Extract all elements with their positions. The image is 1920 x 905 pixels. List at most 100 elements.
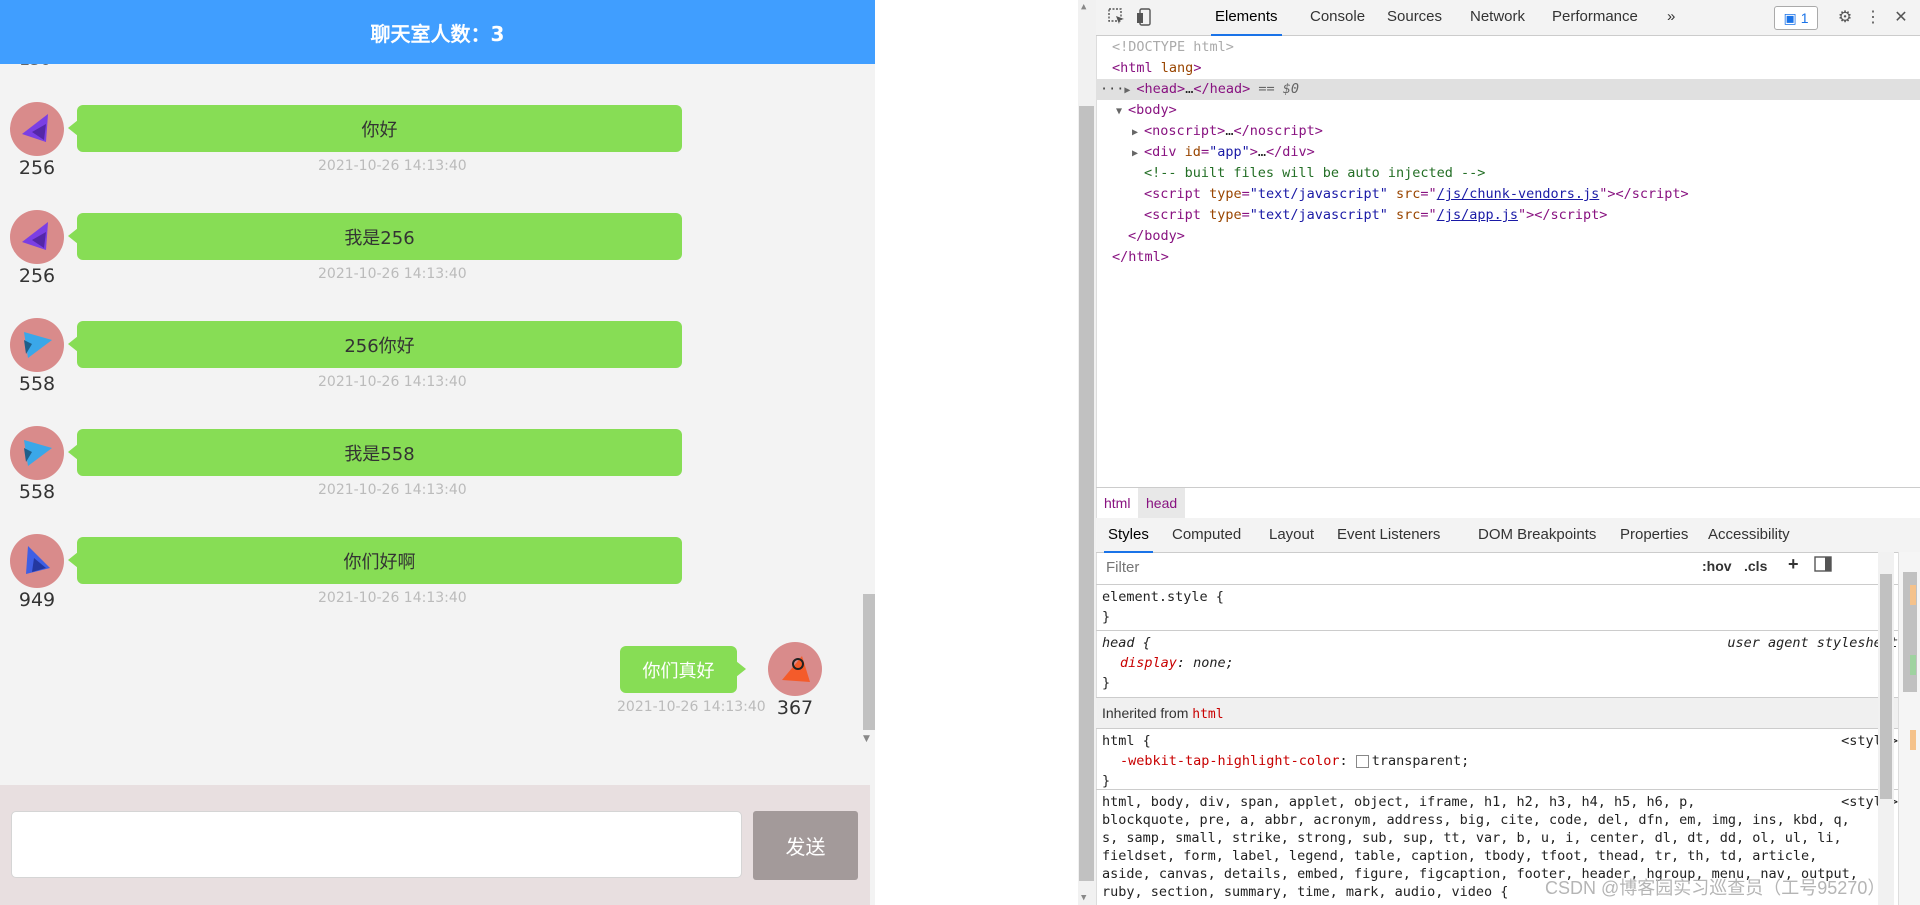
scroll-marker [1910,585,1916,605]
message-item: 558 256你好 2021-10-26 14:13:40 [0,318,860,414]
inspect-element-icon[interactable] [1106,6,1128,28]
dom-node-body-close[interactable]: </body> [1096,226,1920,247]
user-avatar[interactable] [10,318,64,372]
tab-accessibility[interactable]: Accessibility [1704,518,1794,551]
tab-computed[interactable]: Computed [1168,518,1245,551]
devtools-toolbar: Elements Console Sources Network Perform… [1096,0,1920,36]
breadcrumb: html head [1096,487,1920,519]
user-avatar[interactable] [10,534,64,588]
issues-badge[interactable]: ▣ 1 [1774,6,1818,30]
selector[interactable]: element.style { [1102,587,1224,607]
user-avatar[interactable] [10,102,64,156]
message-bubble: 你好 [68,105,682,152]
styles-scrollbar[interactable] [1878,552,1894,905]
selector-list[interactable]: fieldset, form, label, legend, table, ca… [1102,846,1817,866]
tab-elements[interactable]: Elements [1211,0,1282,36]
class-toggle[interactable]: .cls [1744,558,1767,574]
message-item: 256 我是256 2021-10-26 14:13:40 [0,210,860,306]
close-icon[interactable]: ✕ [1890,6,1912,28]
close-brace: } [1102,609,1111,625]
color-swatch[interactable] [1355,754,1369,768]
selector[interactable]: html { [1102,731,1151,751]
more-options-icon[interactable]: ⋮ [1862,6,1884,28]
dom-node-script-app[interactable]: <script type="text/javascript" src="/js/… [1096,205,1920,226]
dom-node-html[interactable]: <html lang> [1096,58,1920,79]
styles-pane[interactable]: element.style { } head { user agent styl… [1096,584,1902,905]
chat-header: 聊天室人数：3 [0,0,875,64]
device-toolbar-icon[interactable] [1134,6,1156,28]
dom-node-comment[interactable]: <!-- built files will be auto injected -… [1096,163,1920,184]
overview-scrollbar[interactable] [1898,552,1920,905]
tab-layout[interactable]: Layout [1265,518,1318,551]
breadcrumb-head[interactable]: head [1138,488,1186,518]
toggle-sidebar-icon[interactable] [1814,556,1832,575]
scroll-marker [1910,655,1916,675]
tab-console[interactable]: Console [1306,0,1369,34]
tab-network[interactable]: Network [1466,0,1529,34]
watermark-text: CSDN @博客园实习巡查员（工号95270） [1545,878,1886,898]
script-src-link[interactable]: /js/chunk-vendors.js [1437,186,1600,202]
message-item: 558 我是558 2021-10-26 14:13:40 [0,426,860,522]
tab-properties[interactable]: Properties [1616,518,1692,551]
style-rule-head: head { user agent stylesheet display: no… [1096,630,1902,697]
page-scrollbar[interactable]: ▲ ▼ [1078,0,1097,905]
elements-tree[interactable]: <!DOCTYPE html> <html lang> ···▶ <head>…<… [1096,36,1920,486]
message-time: 2021-10-26 14:13:40 [318,590,467,606]
avatar-icon [26,546,50,574]
tab-event-listeners[interactable]: Event Listeners [1333,518,1444,551]
expand-arrow-icon[interactable]: ▶ [1124,80,1136,101]
more-tabs-icon[interactable]: » [1663,0,1679,34]
inherited-from-link[interactable]: html [1192,707,1223,722]
script-src-link[interactable]: /js/app.js [1437,207,1518,223]
user-avatar[interactable] [10,210,64,264]
username: 558 [18,373,56,395]
dom-node-doctype[interactable]: <!DOCTYPE html> [1096,37,1920,58]
selector[interactable]: head { [1102,633,1151,653]
selector-list[interactable]: html, body, div, span, applet, object, i… [1102,792,1695,812]
dom-node-div-app[interactable]: ▶ <div id="app">…</div> [1096,142,1920,163]
tab-performance[interactable]: Performance [1548,0,1642,34]
tab-sources[interactable]: Sources [1383,0,1446,34]
style-declaration[interactable]: display: none; [1120,653,1234,673]
scroll-marker [1910,730,1916,750]
scroll-up-arrow-icon[interactable]: ▲ [1081,2,1086,12]
styles-subtabs: Styles Computed Layout Event Listeners D… [1096,518,1920,553]
avatar-icon [22,222,48,250]
message-time: 2021-10-26 14:13:40 [318,374,467,390]
chat-app: 聊天室人数：3 256 256 你好 2021-10-26 14:13:40 2… [0,0,875,905]
tab-styles[interactable]: Styles [1104,518,1153,553]
dom-node-script-vendors[interactable]: <script type="text/javascript" src="/js/… [1096,184,1920,205]
selector-list[interactable]: ruby, section, summary, time, mark, audi… [1102,882,1508,902]
message-list[interactable]: 256 你好 2021-10-26 14:13:40 256 我是256 202… [0,64,860,744]
expand-arrow-icon[interactable]: ▶ [1132,122,1144,143]
style-declaration[interactable]: -webkit-tap-highlight-color: transparent… [1120,751,1469,771]
user-avatar[interactable] [10,426,64,480]
message-scrollbar[interactable]: ▼ [860,64,875,744]
scrollbar-thumb[interactable] [1079,106,1094,881]
styles-filter-input[interactable] [1100,555,1690,579]
room-count-title: 聊天室人数：3 [370,21,505,46]
scrollbar-thumb[interactable] [863,594,875,730]
breadcrumb-html[interactable]: html [1096,488,1138,518]
message-input[interactable] [11,811,742,878]
user-avatar[interactable] [768,642,822,696]
expand-arrow-icon[interactable]: ▶ [1132,143,1144,164]
message-time: 2021-10-26 14:13:40 [617,699,766,715]
dom-node-noscript[interactable]: ▶ <noscript>…</noscript> [1096,121,1920,142]
dom-node-head-selected[interactable]: ···▶ <head>…</head> == $0 [1096,79,1920,100]
selector-list[interactable]: s, samp, small, strike, strong, sub, sup… [1102,828,1842,848]
collapse-arrow-icon[interactable]: ▼ [1116,101,1128,122]
new-style-rule-icon[interactable]: + [1788,554,1799,575]
dom-node-body[interactable]: ▼ <body> [1096,100,1920,121]
tab-dom-breakpoints[interactable]: DOM Breakpoints [1474,518,1600,551]
scroll-down-arrow-icon[interactable]: ▼ [863,734,870,744]
scroll-down-arrow-icon[interactable]: ▼ [1081,893,1086,903]
gear-icon[interactable]: ⚙ [1834,6,1856,28]
dom-node-html-close[interactable]: </html> [1096,247,1920,268]
ellipsis-icon: ··· [1100,81,1125,97]
selector-list[interactable]: blockquote, pre, a, abbr, acronym, addre… [1102,810,1850,830]
message-time: 2021-10-26 14:13:40 [318,482,467,498]
hover-state-toggle[interactable]: :hov [1702,558,1732,574]
scrollbar-thumb[interactable] [1880,574,1892,799]
send-button[interactable]: 发送 [753,811,858,880]
